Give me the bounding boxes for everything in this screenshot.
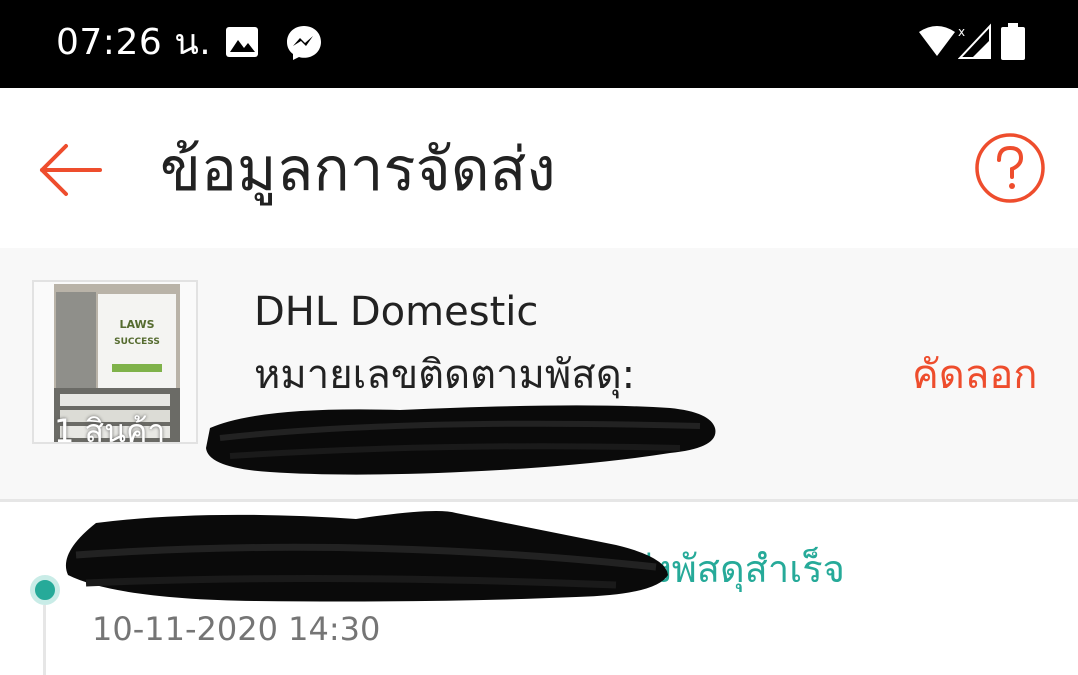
timeline-event-datetime: 10-11-2020 14:30 (92, 610, 381, 648)
wifi-icon (918, 24, 956, 62)
signal-icon: x (957, 22, 992, 64)
copy-tracking-button[interactable]: คัดลอก (912, 350, 1038, 400)
svg-text:SUCCESS: SUCCESS (114, 337, 160, 347)
status-bar-time: 07:26 น. (56, 22, 212, 63)
redaction-mark (65, 511, 668, 602)
messenger-icon (285, 24, 323, 66)
page-title: ข้อมูลการจัดส่ง (160, 135, 556, 205)
carrier-name: DHL Domestic (254, 289, 539, 335)
battery-icon (1000, 22, 1026, 66)
product-thumbnail[interactable]: LAWS SUCCESS 1 สินค้า (32, 280, 198, 444)
tracking-timeline: ส่งพัสดุสำเร็จ 10-11-2020 14:30 (0, 505, 1078, 675)
svg-text:LAWS: LAWS (119, 318, 154, 331)
status-bar: 07:26 น. x (0, 0, 1078, 88)
gallery-icon (224, 24, 260, 64)
redaction-mark (206, 405, 716, 475)
app-bar: ข้อมูลการจัดส่ง (0, 88, 1078, 248)
question-circle-icon (975, 133, 1045, 203)
timeline-line (43, 605, 46, 675)
back-button[interactable] (36, 138, 106, 202)
tracking-number-label: หมายเลขติดตามพัสดุ: (254, 352, 636, 398)
shipment-card: LAWS SUCCESS 1 สินค้า DHL Domestic หมายเ… (0, 248, 1078, 502)
arrow-left-icon (40, 144, 102, 196)
svg-text:x: x (958, 25, 965, 39)
help-button[interactable] (974, 132, 1046, 204)
item-count-label: 1 สินค้า (54, 412, 166, 444)
